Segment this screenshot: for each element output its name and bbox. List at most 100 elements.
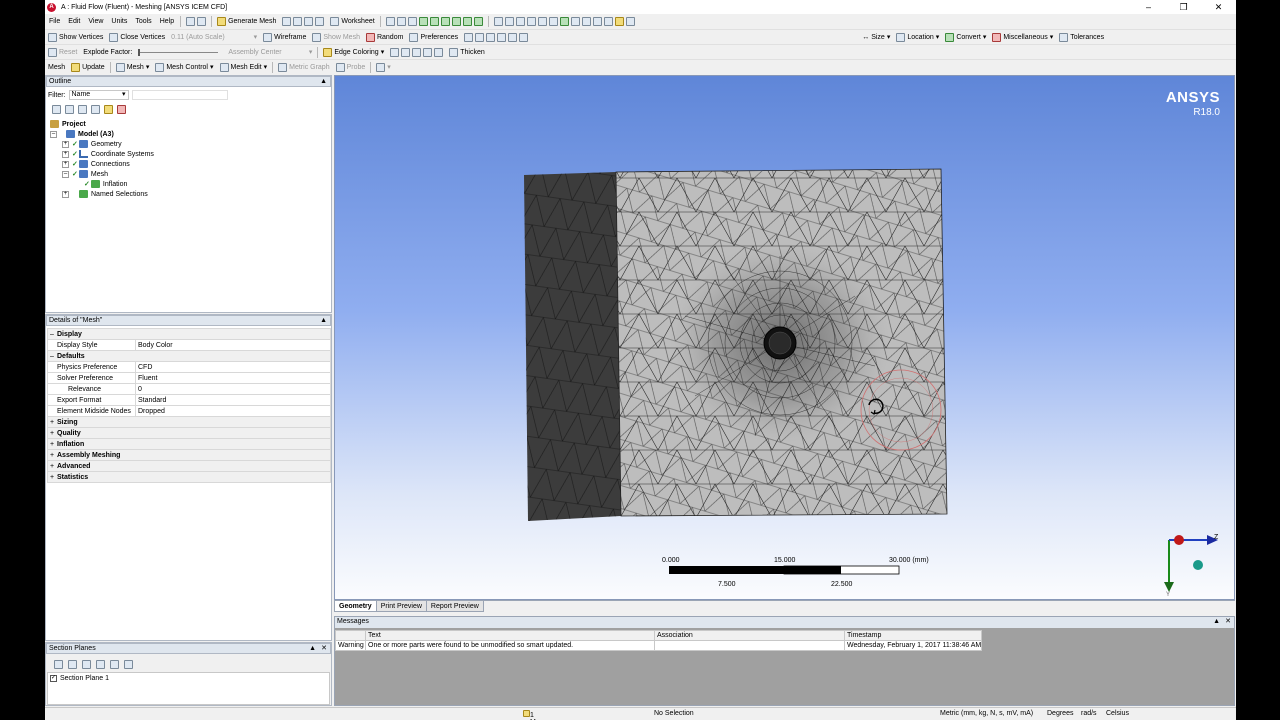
tree-item-project[interactable]: Project (50, 119, 154, 129)
collapse-toggle-icon[interactable]: – (62, 170, 69, 178)
detail-row[interactable]: Solver Preference Fluent (47, 372, 331, 384)
expand-toggle-icon[interactable]: + (50, 419, 57, 426)
expand-toggle-icon[interactable]: + (50, 430, 57, 437)
generate-mesh-button[interactable]: Generate Mesh (214, 17, 279, 26)
detail-row[interactable]: Display Style Body Color (47, 339, 331, 351)
graphics-viewport[interactable]: ANSYS R18.0 0.000 15.000 30.000 (mm) 7.5… (334, 75, 1235, 600)
new-section-icon[interactable] (54, 660, 63, 669)
tab-report-preview[interactable]: Report Preview (425, 601, 484, 612)
menu-help[interactable]: Help (156, 18, 178, 25)
menu-edit[interactable]: Edit (64, 18, 84, 25)
close-vertices-button[interactable]: Close Vertices (106, 32, 168, 42)
expand-toggle-icon[interactable]: + (62, 150, 69, 158)
pin-icon[interactable]: ▲ (1213, 617, 1220, 627)
restore-icon[interactable]: ❐ (1166, 0, 1201, 14)
close-icon[interactable]: ✕ (321, 644, 327, 653)
collapse-toggle-icon[interactable]: – (50, 331, 57, 338)
tab-print-preview[interactable]: Print Preview (375, 601, 427, 612)
column-header[interactable]: Timestamp (843, 630, 983, 641)
temperature-units-status[interactable]: Celsius (1106, 710, 1129, 717)
wireframe-button[interactable]: Wireframe (260, 32, 309, 42)
category-inflation[interactable]: + Inflation (47, 438, 331, 450)
category-quality[interactable]: + Quality (47, 427, 331, 439)
menu-file[interactable]: File (45, 18, 64, 25)
thicken-button[interactable]: Thicken (446, 47, 488, 57)
section-plane-item[interactable]: ✓ Section Plane 1 (48, 673, 329, 684)
assembly-center-select[interactable]: Assembly Center ▾ (225, 48, 315, 57)
category-sizing[interactable]: + Sizing (47, 416, 331, 428)
metric-graph-button[interactable]: Metric Graph (275, 62, 332, 72)
expand-toggle-icon[interactable]: + (62, 160, 69, 168)
cap-icon[interactable] (110, 660, 119, 669)
worksheet-button[interactable]: Worksheet (327, 17, 377, 26)
filter-input[interactable] (131, 90, 228, 100)
show-mesh-button[interactable]: Show Mesh (309, 32, 363, 42)
plane-icon[interactable] (124, 660, 133, 669)
convert-menu[interactable]: Convert ▾ (942, 32, 989, 42)
collapse-toggle-icon[interactable]: – (50, 130, 57, 138)
menu-tools[interactable]: Tools (131, 18, 155, 25)
probe-button[interactable]: Probe (333, 62, 369, 72)
category-advanced[interactable]: + Advanced (47, 460, 331, 472)
tree-item-connections[interactable]: + ✓ Connections (50, 159, 154, 169)
category-assembly-meshing[interactable]: + Assembly Meshing (47, 449, 331, 461)
message-row[interactable]: Warning One or more parts were found to … (335, 640, 983, 651)
explode-factor-slider[interactable] (135, 48, 225, 56)
column-header[interactable]: Association (654, 630, 845, 641)
auto-scale-select[interactable]: 0.11 (Auto Scale) ▾ (168, 33, 260, 42)
detail-row[interactable]: Relevance 0 (47, 383, 331, 395)
tree-item-mesh[interactable]: – ✓ Mesh (50, 169, 154, 179)
tab-geometry[interactable]: Geometry (334, 601, 377, 612)
expand-toggle-icon[interactable]: + (62, 190, 69, 198)
column-header[interactable]: Text (365, 630, 655, 641)
detail-value[interactable]: CFD (135, 361, 331, 373)
detail-value[interactable]: 0 (135, 383, 331, 395)
filter-type-select[interactable]: Name ▾ (68, 90, 129, 100)
mesh-control-menu[interactable]: Mesh Control ▾ (152, 62, 216, 72)
show-vertices-button[interactable]: Show Vertices (45, 32, 106, 42)
detail-row[interactable]: Element Midside Nodes Dropped (47, 405, 331, 417)
detail-value[interactable]: Dropped (135, 405, 331, 417)
pin-icon[interactable]: ▲ (320, 77, 327, 86)
edge-coloring-menu[interactable]: Edge Coloring ▾ (320, 47, 387, 57)
expand-toggle-icon[interactable]: + (50, 441, 57, 448)
edit-section-icon[interactable] (68, 660, 77, 669)
expand-icon[interactable] (91, 105, 100, 114)
sort-icon[interactable] (117, 105, 126, 114)
expand-toggle-icon[interactable]: + (50, 474, 57, 481)
expand-toggle-icon[interactable]: + (50, 463, 57, 470)
tree-item-geometry[interactable]: + ✓ Geometry (50, 139, 154, 149)
mesh-edit-menu[interactable]: Mesh Edit ▾ (217, 62, 271, 72)
close-icon[interactable]: ✕ (1201, 0, 1236, 14)
detail-value[interactable]: Body Color (135, 339, 331, 351)
expand-toggle-icon[interactable]: + (62, 140, 69, 148)
pin-icon[interactable]: ▲ (320, 316, 327, 325)
messages-status[interactable]: 1 Message (523, 710, 558, 720)
select-mode-icon[interactable] (183, 17, 209, 26)
expand-toggle-icon[interactable]: + (50, 452, 57, 459)
expand-all-icon[interactable] (52, 105, 61, 114)
edge-display-icons[interactable] (461, 32, 859, 42)
location-menu[interactable]: Location ▾ (893, 32, 942, 42)
tolerances-button[interactable]: Tolerances (1056, 32, 1107, 42)
minimize-icon[interactable]: – (1131, 0, 1166, 14)
category-display[interactable]: – Display (47, 328, 331, 340)
detail-value[interactable]: Standard (135, 394, 331, 406)
tree-icon[interactable] (78, 105, 87, 114)
mesh-menu[interactable]: Mesh ▾ (113, 62, 153, 72)
edge-style-icons[interactable] (387, 47, 446, 57)
column-header[interactable] (335, 630, 366, 641)
reset-button[interactable]: Reset (45, 47, 80, 57)
detail-row[interactable]: Physics Preference CFD (47, 361, 331, 373)
rate-units-status[interactable]: rad/s (1081, 710, 1097, 717)
menu-units[interactable]: Units (107, 18, 131, 25)
mesh-model[interactable] (335, 76, 1235, 600)
folder-icon[interactable] (104, 105, 113, 114)
view-navigation-icons[interactable] (491, 17, 638, 26)
angle-units-status[interactable]: Degrees (1047, 710, 1073, 717)
random-colors-button[interactable]: Random (363, 32, 406, 42)
tree-item-model[interactable]: – Model (A3) (50, 129, 154, 139)
selection-filter-icons[interactable] (383, 17, 486, 26)
collapse-icon[interactable] (65, 105, 74, 114)
tree-item-coordinate-systems[interactable]: + ✓ Coordinate Systems (50, 149, 154, 159)
